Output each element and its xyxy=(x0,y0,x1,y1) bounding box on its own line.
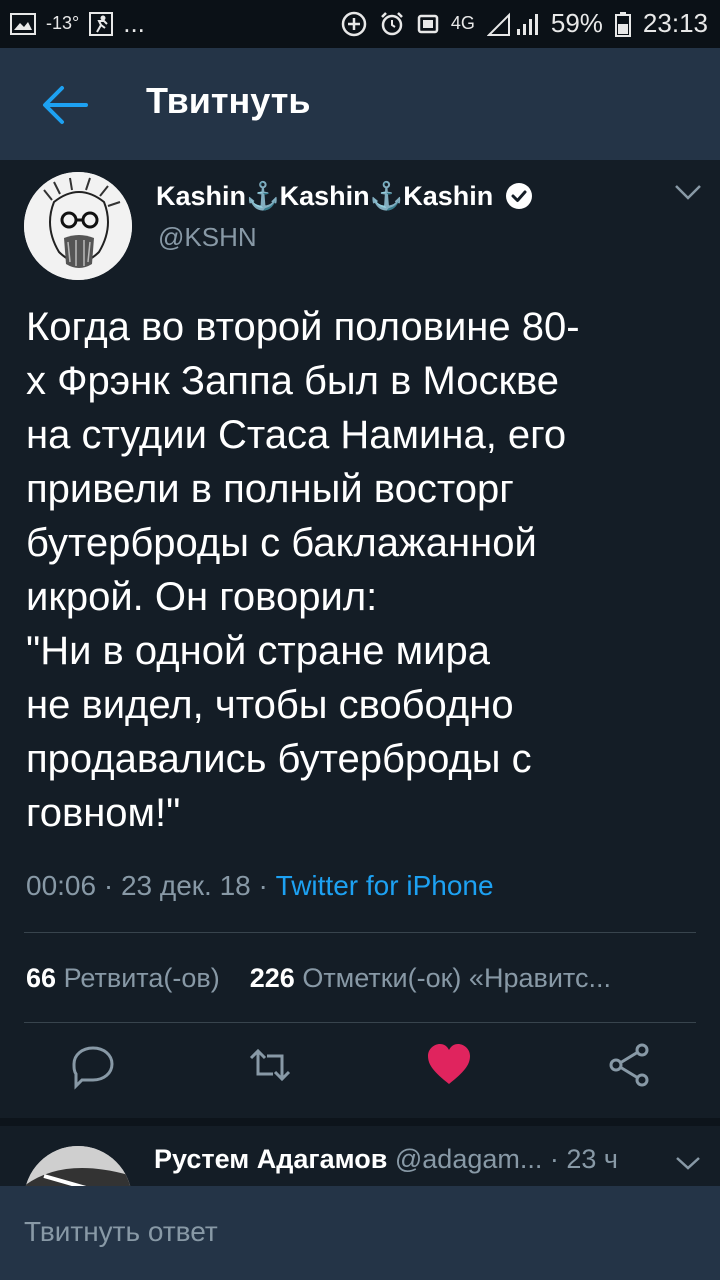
meta-separator: · xyxy=(258,870,276,901)
reply-composer: Твитнуть ответ xyxy=(0,1186,720,1280)
author-name-text: Kashin⚓Kashin⚓Kashin xyxy=(156,181,494,211)
tweet-date: 23 дек. 18 xyxy=(120,870,251,901)
reply-header: Рустем Адагамов @adagam... · 23 ч xyxy=(154,1144,618,1175)
author-avatar[interactable] xyxy=(24,172,132,280)
message-icon xyxy=(417,14,439,33)
reply-author-name[interactable]: Рустем Адагамов xyxy=(154,1144,387,1174)
reply-item[interactable]: Рустем Адагамов @adagam... · 23 ч xyxy=(0,1126,720,1186)
clock: 23:13 xyxy=(642,8,708,38)
tweet-actions xyxy=(0,1040,720,1110)
section-separator xyxy=(0,1118,720,1126)
reply-chevron-down-icon[interactable] xyxy=(672,1152,704,1174)
reply-avatar[interactable] xyxy=(24,1146,132,1186)
activity-icon xyxy=(89,11,114,36)
more-notifications: ... xyxy=(123,8,145,38)
avatar-portrait xyxy=(24,172,132,280)
back-arrow-icon[interactable] xyxy=(38,78,92,132)
app-bar: Твитнуть xyxy=(0,48,720,160)
likes-stat[interactable]: 226 Отметки(-ок) «Нравитс... xyxy=(250,963,611,993)
tweet-meta: 00:06 · 23 дек. 18 · Twitter for iPhone xyxy=(26,870,494,902)
likes-label: Отметки(-ок) «Нравитс... xyxy=(302,963,611,993)
tweet-source-link[interactable]: Twitter for iPhone xyxy=(276,870,494,901)
retweet-icon[interactable] xyxy=(245,1040,295,1090)
author-handle[interactable]: @KSHN xyxy=(158,222,257,253)
status-bar: -13° ... 4G 59% 23:13 xyxy=(0,0,720,48)
data-saver-icon xyxy=(341,11,367,36)
battery-percent: 59% xyxy=(550,8,603,38)
retweets-stat[interactable]: 66 Ретвита(-ов) xyxy=(26,963,220,993)
tweet-stats: 66 Ретвита(-ов) 226 Отметки(-ок) «Нравит… xyxy=(26,963,611,994)
retweets-label: Ретвита(-ов) xyxy=(63,963,220,993)
divider xyxy=(24,932,696,933)
signal-icon xyxy=(486,12,538,36)
likes-count: 226 xyxy=(249,963,295,993)
reply-time: · 23 ч xyxy=(549,1144,618,1174)
page-title: Твитнуть xyxy=(146,80,311,121)
reply-handle[interactable]: @adagam... xyxy=(395,1144,543,1174)
retweets-count: 66 xyxy=(26,963,57,993)
tweet-time: 00:06 xyxy=(26,870,97,901)
temperature: -13° xyxy=(46,13,80,33)
alarm-icon xyxy=(380,11,403,35)
tweet-text: Когда во второй половине 80- х Фрэнк Зап… xyxy=(26,305,580,835)
tweet-detail: Kashin⚓Kashin⚓Kashin @KSHN Когда во втор… xyxy=(0,160,720,1120)
battery-icon xyxy=(614,11,631,37)
like-icon[interactable] xyxy=(424,1040,474,1090)
share-icon[interactable] xyxy=(604,1040,654,1090)
chevron-down-icon[interactable] xyxy=(670,178,706,206)
gallery-icon xyxy=(10,12,36,35)
reply-avatar-portrait xyxy=(24,1146,132,1186)
meta-separator: · xyxy=(103,870,121,901)
reply-input[interactable]: Твитнуть ответ xyxy=(24,1216,218,1248)
reply-icon[interactable] xyxy=(68,1040,118,1090)
divider xyxy=(24,1022,696,1023)
author-name[interactable]: Kashin⚓Kashin⚓Kashin xyxy=(156,180,533,212)
network-type: 4G xyxy=(450,13,475,33)
verified-icon xyxy=(506,183,533,209)
